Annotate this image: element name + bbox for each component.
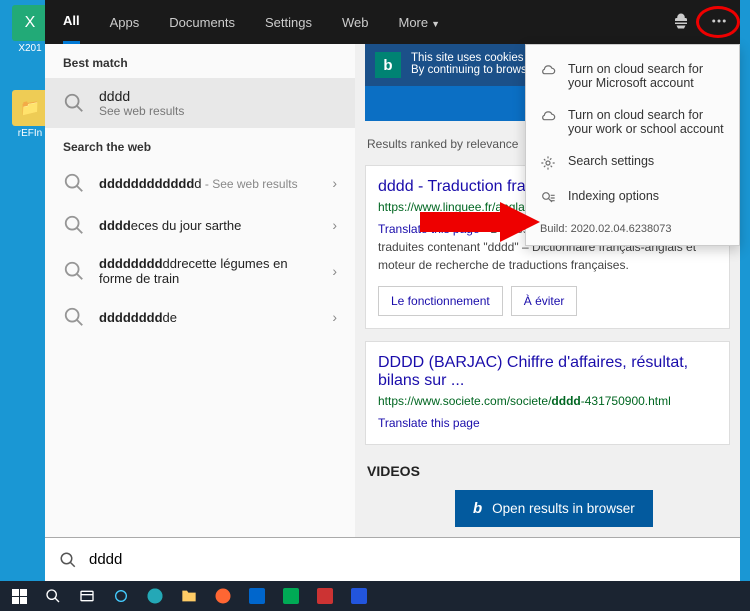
result-url: https://www.societe.com/societe/dddd-431… <box>378 394 717 408</box>
options-dropdown: Turn on cloud search for your Microsoft … <box>525 44 740 246</box>
taskbar-excel[interactable] <box>276 583 306 609</box>
desktop-icon[interactable]: X X201 <box>10 5 50 54</box>
chevron-down-icon: ▼ <box>431 19 440 29</box>
search-icon <box>63 260 85 282</box>
suggestion-text: ddddddddddrecette légumes en forme de tr… <box>99 256 318 286</box>
search-icon <box>63 92 85 114</box>
tab-web[interactable]: Web <box>342 2 369 43</box>
build-label: Build: 2020.02.04.6238073 <box>526 215 739 237</box>
taskbar <box>0 581 750 611</box>
web-suggestion-item[interactable]: ddddddddddddd - See web results › <box>45 162 355 204</box>
search-input[interactable] <box>89 551 726 568</box>
chevron-right-icon: › <box>332 263 337 279</box>
best-match-subtitle: See web results <box>99 104 184 118</box>
translate-link[interactable]: Translate this page <box>378 222 480 236</box>
indexing-icon <box>540 190 556 206</box>
cloud-icon <box>540 63 556 79</box>
result-title: DDDD (BARJAC) Chiffre d'affaires, résult… <box>378 354 717 390</box>
chevron-right-icon: › <box>332 309 337 325</box>
tab-apps[interactable]: Apps <box>110 2 140 43</box>
suggestion-text: ddddddddddddd - See web results <box>99 176 318 191</box>
taskbar-cortana[interactable] <box>106 583 136 609</box>
windows-logo-icon <box>12 589 27 604</box>
best-match-heading: Best match <box>45 44 355 78</box>
tab-all[interactable]: All <box>63 0 80 44</box>
result-chip[interactable]: À éviter <box>511 286 578 316</box>
bing-icon: b <box>473 500 482 517</box>
web-suggestion-item[interactable]: ddddddddde › <box>45 296 355 338</box>
open-in-browser-button[interactable]: b Open results in browser <box>455 490 653 527</box>
cloud-icon <box>540 109 556 125</box>
more-options-icon[interactable] <box>710 12 728 33</box>
suggestion-text: ddddeces du jour sarthe <box>99 218 318 233</box>
search-web-heading: Search the web <box>45 128 355 162</box>
taskbar-outlook[interactable] <box>242 583 272 609</box>
web-suggestion-item[interactable]: ddddddddddrecette légumes en forme de tr… <box>45 246 355 296</box>
search-panel: All Apps Documents Settings Web More▼ Be… <box>45 0 740 581</box>
gear-icon <box>540 155 556 171</box>
desktop-icon[interactable]: 📁 rEFIn <box>10 90 50 139</box>
folder-icon: 📁 <box>12 90 48 126</box>
taskbar-taskview[interactable] <box>72 583 102 609</box>
tab-documents[interactable]: Documents <box>169 2 235 43</box>
taskbar-app[interactable] <box>310 583 340 609</box>
best-match-title: dddd <box>99 88 184 104</box>
results-sidebar: Best match dddd See web results Search t… <box>45 44 355 537</box>
result-body: Translate this page <box>378 414 717 432</box>
web-suggestion-item[interactable]: ddddeces du jour sarthe › <box>45 204 355 246</box>
search-tabs: All Apps Documents Settings Web More▼ <box>45 0 740 44</box>
excel-icon: X <box>12 5 48 41</box>
search-result-card[interactable]: DDDD (BARJAC) Chiffre d'affaires, résult… <box>365 341 730 445</box>
desktop-icon-label: X201 <box>10 43 50 54</box>
start-button[interactable] <box>4 583 34 609</box>
desktop-icon-label: rEFIn <box>10 128 50 139</box>
taskbar-edge[interactable] <box>140 583 170 609</box>
search-icon <box>59 551 77 569</box>
taskbar-explorer[interactable] <box>174 583 204 609</box>
feedback-icon[interactable] <box>672 12 690 33</box>
tab-more[interactable]: More▼ <box>399 2 441 43</box>
dropdown-indexing[interactable]: Indexing options <box>526 180 739 215</box>
dropdown-cloud-personal[interactable]: Turn on cloud search for your Microsoft … <box>526 53 739 99</box>
search-icon <box>63 306 85 328</box>
search-icon <box>63 172 85 194</box>
bing-logo-icon: b <box>375 52 401 78</box>
best-match-item[interactable]: dddd See web results <box>45 78 355 128</box>
chevron-right-icon: › <box>332 175 337 191</box>
search-icon <box>63 214 85 236</box>
taskbar-search[interactable] <box>38 583 68 609</box>
suggestion-text: ddddddddde <box>99 310 318 325</box>
chevron-right-icon: › <box>332 217 337 233</box>
taskbar-firefox[interactable] <box>208 583 238 609</box>
result-chip[interactable]: Le fonctionnement <box>378 286 503 316</box>
tab-settings[interactable]: Settings <box>265 2 312 43</box>
taskbar-word[interactable] <box>344 583 374 609</box>
dropdown-search-settings[interactable]: Search settings <box>526 145 739 180</box>
videos-heading: VIDEOS <box>365 457 730 485</box>
translate-link[interactable]: Translate this page <box>378 416 480 430</box>
search-input-row <box>45 537 740 581</box>
dropdown-cloud-work[interactable]: Turn on cloud search for your work or sc… <box>526 99 739 145</box>
